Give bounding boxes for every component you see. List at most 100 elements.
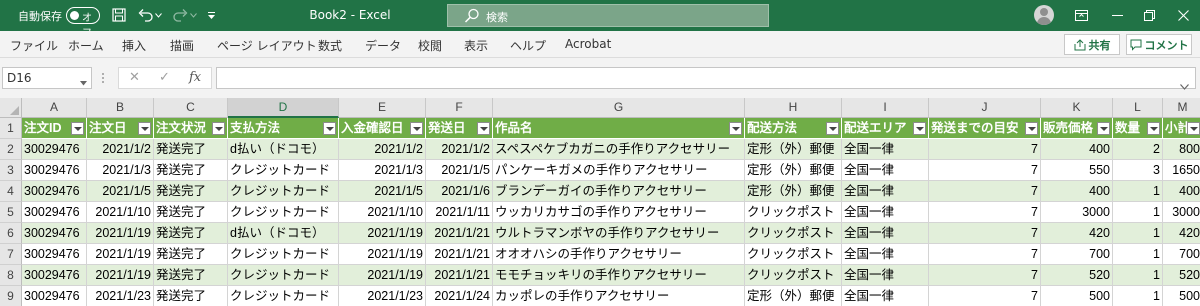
- filter-dropdown-icon[interactable]: [1097, 122, 1110, 135]
- table-cell[interactable]: 1: [1113, 202, 1163, 223]
- name-box[interactable]: D16: [2, 67, 92, 89]
- table-cell[interactable]: 発送完了: [154, 265, 228, 286]
- table-cell[interactable]: 1: [1113, 181, 1163, 202]
- table-cell[interactable]: 2021/1/2: [426, 139, 493, 160]
- filter-dropdown-icon[interactable]: [138, 122, 151, 135]
- table-cell[interactable]: d払い（ドコモ）: [228, 139, 339, 160]
- tab-insert[interactable]: 挿入: [122, 37, 146, 54]
- filter-dropdown-icon[interactable]: [477, 122, 490, 135]
- table-cell[interactable]: 2021/1/21: [426, 265, 493, 286]
- table-cell[interactable]: 2021/1/6: [426, 181, 493, 202]
- row-header[interactable]: 6: [0, 223, 22, 244]
- cancel-icon[interactable]: ✕: [129, 70, 140, 85]
- tab-formulas[interactable]: 数式: [318, 37, 342, 54]
- table-cell[interactable]: 発送完了: [154, 181, 228, 202]
- header-cell[interactable]: 作品名: [493, 118, 745, 139]
- table-cell[interactable]: 発送完了: [154, 244, 228, 265]
- table-cell[interactable]: 定形（外）郵便: [745, 139, 842, 160]
- table-cell[interactable]: 30029476: [22, 286, 87, 306]
- column-header-k[interactable]: K: [1041, 98, 1113, 118]
- table-cell[interactable]: 2021/1/21: [426, 223, 493, 244]
- table-cell[interactable]: 2021/1/5: [87, 181, 154, 202]
- table-cell[interactable]: 520: [1041, 265, 1113, 286]
- table-cell[interactable]: 30029476: [22, 181, 87, 202]
- table-cell[interactable]: 30029476: [22, 265, 87, 286]
- table-cell[interactable]: 1: [1113, 265, 1163, 286]
- table-cell[interactable]: クリックポスト: [745, 202, 842, 223]
- tab-data[interactable]: データ: [365, 37, 401, 54]
- table-cell[interactable]: 2021/1/21: [426, 244, 493, 265]
- row-header[interactable]: 9: [0, 286, 22, 306]
- table-cell[interactable]: 30029476: [22, 202, 87, 223]
- table-cell[interactable]: 400: [1041, 139, 1113, 160]
- spreadsheet-grid[interactable]: ABCDEFGHIJKLM 123456789 注文ID 注文日 注文状況 支払方法入…: [0, 98, 1200, 306]
- minimize-icon[interactable]: [1108, 6, 1126, 24]
- table-cell[interactable]: クリックポスト: [745, 265, 842, 286]
- table-cell[interactable]: 2021/1/3: [339, 160, 426, 181]
- row-header[interactable]: 1: [0, 118, 22, 139]
- filter-dropdown-icon[interactable]: [323, 122, 336, 135]
- row-header[interactable]: 2: [0, 139, 22, 160]
- table-cell[interactable]: 2021/1/23: [87, 286, 154, 306]
- table-cell[interactable]: 2021/1/3: [87, 160, 154, 181]
- table-cell[interactable]: 30029476: [22, 160, 87, 181]
- table-cell[interactable]: 2021/1/19: [87, 265, 154, 286]
- header-cell[interactable]: 入金確認日: [339, 118, 426, 139]
- table-cell[interactable]: 2: [1113, 139, 1163, 160]
- close-icon[interactable]: [1174, 6, 1192, 24]
- table-cell[interactable]: 2021/1/19: [339, 223, 426, 244]
- header-cell[interactable]: 注文状況: [154, 118, 228, 139]
- table-cell[interactable]: 2021/1/19: [87, 244, 154, 265]
- table-cell[interactable]: 全国一律: [842, 160, 929, 181]
- table-cell[interactable]: 500: [1163, 286, 1200, 306]
- header-cell[interactable]: 発送日: [426, 118, 493, 139]
- table-cell[interactable]: オオオハシの手作りアクセサリー: [493, 244, 745, 265]
- table-cell[interactable]: 7: [929, 286, 1041, 306]
- filter-dropdown-icon[interactable]: [71, 122, 84, 135]
- table-cell[interactable]: 2021/1/5: [426, 160, 493, 181]
- row-header[interactable]: 8: [0, 265, 22, 286]
- table-cell[interactable]: 7: [929, 244, 1041, 265]
- row-header[interactable]: 3: [0, 160, 22, 181]
- table-cell[interactable]: 2021/1/5: [339, 181, 426, 202]
- table-cell[interactable]: 2021/1/23: [339, 286, 426, 306]
- tab-acrobat[interactable]: Acrobat: [565, 37, 611, 51]
- table-cell[interactable]: 700: [1163, 244, 1200, 265]
- table-cell[interactable]: クレジットカード: [228, 286, 339, 306]
- table-cell[interactable]: ブランデーガイの手作りアクセサリー: [493, 181, 745, 202]
- table-cell[interactable]: 1: [1113, 223, 1163, 244]
- row-header[interactable]: 5: [0, 202, 22, 223]
- restore-icon[interactable]: [1140, 6, 1158, 24]
- column-header-g[interactable]: G: [493, 98, 745, 118]
- table-cell[interactable]: クレジットカード: [228, 160, 339, 181]
- table-cell[interactable]: 7: [929, 265, 1041, 286]
- table-cell[interactable]: 全国一律: [842, 139, 929, 160]
- table-cell[interactable]: クレジットカード: [228, 265, 339, 286]
- table-cell[interactable]: 800: [1163, 139, 1200, 160]
- tab-help[interactable]: ヘルプ: [510, 37, 546, 54]
- table-cell[interactable]: 全国一律: [842, 202, 929, 223]
- table-cell[interactable]: 2021/1/19: [339, 244, 426, 265]
- header-cell[interactable]: 販売価格: [1041, 118, 1113, 139]
- table-cell[interactable]: 400: [1163, 181, 1200, 202]
- column-header-d[interactable]: D: [228, 98, 339, 118]
- header-cell[interactable]: 注文日: [87, 118, 154, 139]
- table-cell[interactable]: 7: [929, 223, 1041, 244]
- table-cell[interactable]: 2021/1/10: [87, 202, 154, 223]
- filter-dropdown-icon[interactable]: [1187, 122, 1200, 135]
- formula-input[interactable]: [216, 67, 1196, 90]
- table-cell[interactable]: 定形（外）郵便: [745, 160, 842, 181]
- table-cell[interactable]: 500: [1041, 286, 1113, 306]
- column-header-j[interactable]: J: [929, 98, 1041, 118]
- column-header-i[interactable]: I: [842, 98, 929, 118]
- table-cell[interactable]: クレジットカード: [228, 202, 339, 223]
- filter-dropdown-icon[interactable]: [826, 122, 839, 135]
- enter-icon[interactable]: ✓: [159, 70, 170, 85]
- table-cell[interactable]: ウルトラマンボヤの手作りアクセサリー: [493, 223, 745, 244]
- table-cell[interactable]: 2021/1/10: [339, 202, 426, 223]
- table-cell[interactable]: クレジットカード: [228, 181, 339, 202]
- table-cell[interactable]: 1650: [1163, 160, 1200, 181]
- table-cell[interactable]: 3000: [1041, 202, 1113, 223]
- table-cell[interactable]: モモチョッキリの手作りアクセサリー: [493, 265, 745, 286]
- table-cell[interactable]: カッポレの手作りアクセサリー: [493, 286, 745, 306]
